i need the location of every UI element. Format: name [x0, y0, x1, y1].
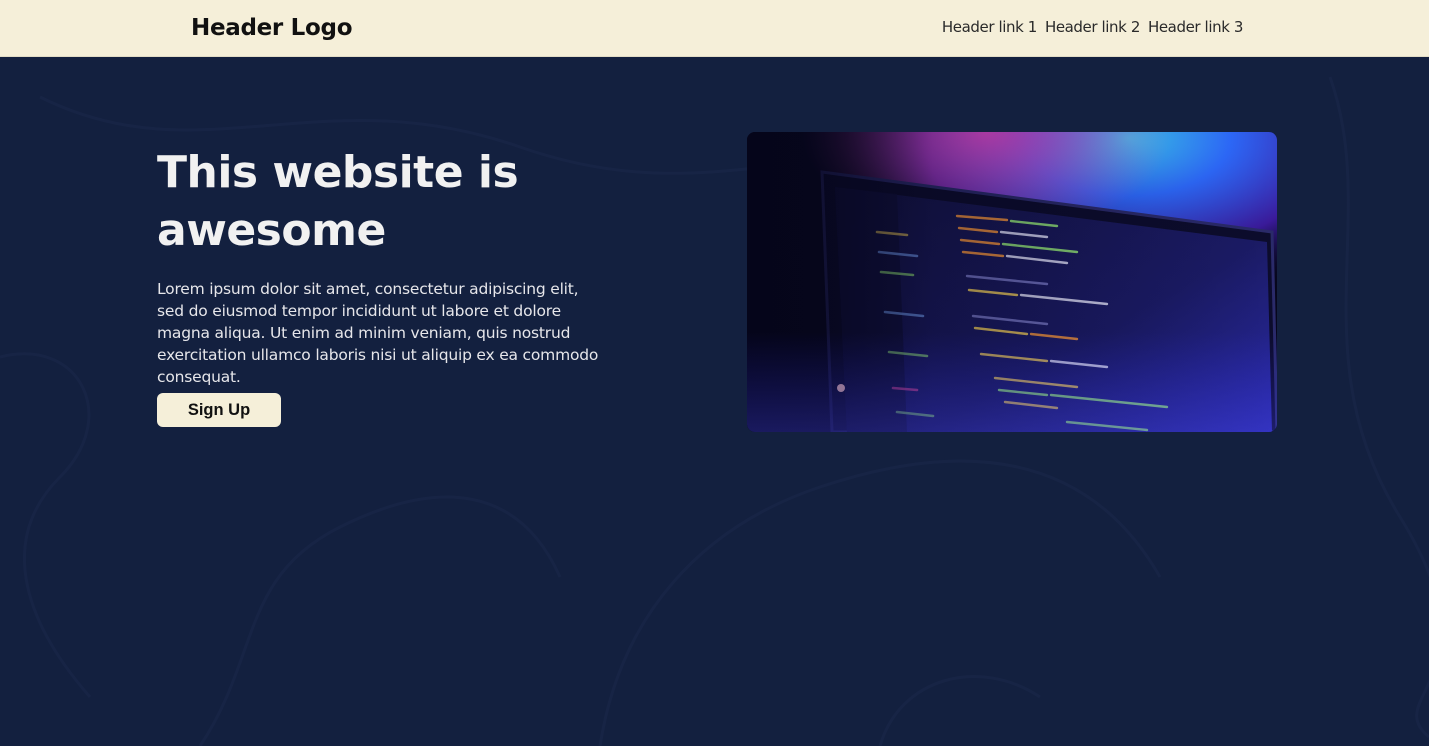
header-link-1[interactable]: Header link 1 [942, 17, 1037, 37]
header-link-2[interactable]: Header link 2 [1045, 17, 1140, 37]
sign-up-button[interactable]: Sign Up [157, 393, 281, 427]
header-nav: Header link 1 Header link 2 Header link … [942, 17, 1243, 37]
hero-image-laptop-code [747, 132, 1277, 432]
hero-title: This website is awesome [157, 147, 519, 256]
hero-content: This website is awesome Lorem ipsum dolo… [157, 144, 607, 388]
header-link-3[interactable]: Header link 3 [1148, 17, 1243, 37]
site-header: Header Logo Header link 1 Header link 2 … [0, 0, 1429, 57]
header-logo[interactable]: Header Logo [191, 13, 353, 43]
hero-description: Lorem ipsum dolor sit amet, consectetur … [157, 280, 599, 386]
